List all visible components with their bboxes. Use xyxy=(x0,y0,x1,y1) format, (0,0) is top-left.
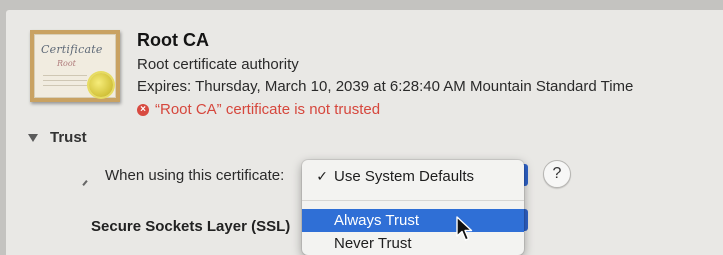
certificate-lines xyxy=(43,71,87,87)
menu-item-use-system-defaults[interactable]: ✓ Use System Defaults xyxy=(302,165,524,187)
menu-item-label: Never Trust xyxy=(334,234,412,252)
menu-item-always-trust[interactable]: Always Trust xyxy=(302,209,524,232)
menu-item-label: Use System Defaults xyxy=(334,167,475,185)
help-button[interactable]: ? xyxy=(543,160,571,188)
certificate-window: Certificate Root Root CA Root certificat… xyxy=(6,10,723,255)
menu-separator xyxy=(302,200,524,201)
menu-item-label: Always Trust xyxy=(334,212,420,229)
certificate-root-text: Root xyxy=(57,59,76,68)
disclosure-triangle-icon[interactable] xyxy=(28,133,38,142)
certificate-status-text: “Root CA” certificate is not trusted xyxy=(155,101,381,118)
mouse-pointer-icon xyxy=(456,216,473,241)
certificate-icon: Certificate Root xyxy=(30,30,120,102)
certificate-status: × “Root CA” certificate is not trusted xyxy=(137,101,380,118)
when-using-label: When using this certificate: xyxy=(105,167,285,184)
certificate-expiry: Expires: Thursday, March 10, 2039 at 6:2… xyxy=(137,78,634,95)
trust-section-label: Trust xyxy=(50,129,87,146)
certificate-script-text: Certificate xyxy=(41,43,103,56)
certificate-kind: Root certificate authority xyxy=(137,56,299,73)
trust-policy-menu[interactable]: ✓ Use System Defaults Always Trust Never… xyxy=(302,160,524,255)
certificate-seal-icon xyxy=(89,73,113,97)
decorative-mark xyxy=(82,180,88,186)
ssl-policy-label: Secure Sockets Layer (SSL) xyxy=(91,218,291,235)
checkmark-icon: ✓ xyxy=(316,167,328,184)
error-icon: × xyxy=(137,103,149,116)
certificate-name: Root CA xyxy=(137,30,209,50)
trust-section-toggle[interactable]: Trust xyxy=(28,129,87,146)
menu-item-never-trust[interactable]: Never Trust xyxy=(302,232,524,254)
